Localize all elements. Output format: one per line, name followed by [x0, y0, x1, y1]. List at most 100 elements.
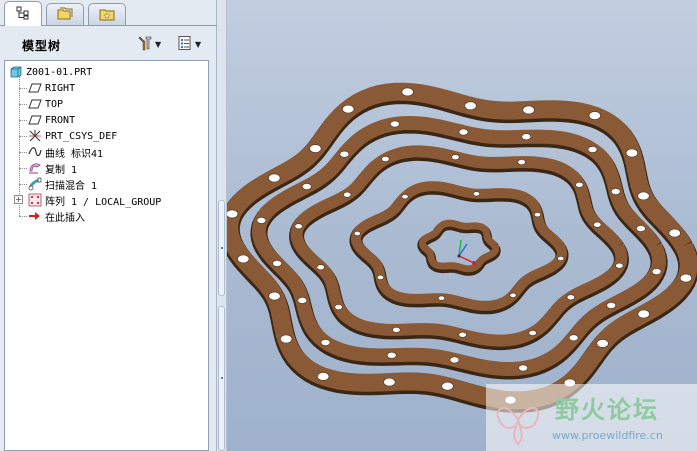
ring-2[interactable] [350, 181, 568, 311]
tree-settings-button[interactable]: ▼ [137, 35, 161, 53]
datum-plane-icon [27, 81, 43, 95]
mounting-hole [309, 144, 322, 153]
mounting-hole [637, 309, 650, 319]
mounting-hole [353, 231, 361, 237]
model-tree-header: 模型树 ▼ ▼ [4, 28, 211, 60]
mounting-hole [334, 304, 343, 310]
tree-item-sweep-blend[interactable]: 扫描混合 1 [27, 176, 97, 192]
grip-dot [221, 377, 223, 379]
mounting-hole [637, 191, 650, 201]
mounting-hole [668, 228, 681, 238]
tab-folder-browser[interactable] [46, 3, 84, 26]
expand-toggle-icon[interactable]: + [14, 195, 23, 204]
mounting-hole [383, 377, 396, 387]
mounting-hole [256, 216, 267, 224]
tree-item-label: Z001-01.PRT [26, 66, 93, 78]
curve-icon [27, 145, 43, 159]
watermark-title: 野火论坛 [555, 396, 659, 424]
watermark-url: www.proewildfire.cn [552, 429, 663, 442]
tree-connector [19, 136, 27, 137]
tree-connector [19, 152, 27, 153]
mounting-hole [587, 146, 598, 153]
tree-connector [19, 184, 27, 185]
mounting-hole [294, 223, 303, 230]
mounting-hole [458, 128, 469, 136]
tree-connector [19, 88, 27, 89]
ring-3[interactable] [290, 145, 628, 347]
mounting-hole [509, 292, 517, 298]
tree-item-pattern[interactable]: 阵列 1 / LOCAL_GROUP [27, 192, 161, 208]
mounting-hole [610, 188, 621, 195]
tree-show-button[interactable]: ▼ [177, 35, 201, 53]
copy-icon [27, 161, 43, 175]
mounting-hole [521, 133, 532, 141]
mounting-hole [390, 120, 400, 128]
tree-item-right-plane[interactable]: RIGHT [27, 80, 75, 96]
mounting-hole [317, 372, 330, 381]
mounting-hole [522, 105, 535, 115]
tree-item-csys[interactable]: PRT_CSYS_DEF [27, 128, 117, 144]
mounting-hole [377, 274, 385, 280]
mounting-hole [651, 268, 662, 275]
mounting-hole [297, 296, 308, 304]
watermark: 野火论坛 www.proewildfire.cn [486, 384, 697, 451]
tree-item-copy[interactable]: 复制 1 [27, 160, 77, 176]
mounting-hole [588, 111, 601, 120]
mounting-hole [473, 191, 481, 197]
mounting-hole [606, 301, 617, 309]
tree-item-label: PRT_CSYS_DEF [45, 130, 118, 142]
mounting-hole [593, 221, 602, 228]
mounting-hole [401, 194, 409, 200]
tab-favorites[interactable] [88, 3, 126, 26]
tree-item-label: FRONT [45, 114, 76, 126]
tree-connector [19, 120, 27, 121]
part-icon [8, 65, 24, 79]
tree-item-insert-here[interactable]: 在此插入 [27, 208, 85, 224]
tree-item-label: 曲线 标识41 [45, 148, 104, 160]
mounting-hole [302, 183, 312, 190]
datum-plane-icon [27, 97, 43, 111]
tree-item-label: 扫描混合 1 [45, 180, 98, 192]
graphics-window[interactable]: 野火论坛 www.proewildfire.cn [227, 0, 697, 451]
mounting-hole [449, 356, 460, 364]
datum-plane-icon [27, 113, 43, 127]
model-tree: Z001-01.PRT RIGHT TOP FRONT PRT_CSYS_DEF… [4, 60, 209, 451]
tree-connector [19, 216, 27, 217]
list-icon [177, 35, 193, 54]
mounting-hole [441, 381, 454, 391]
mounting-hole [568, 334, 579, 342]
mounting-hole [342, 104, 355, 114]
mounting-hole [279, 334, 293, 344]
mounting-hole [625, 148, 639, 158]
mounting-hole [679, 273, 693, 283]
mounting-hole [451, 154, 460, 161]
csys-triad-icon [457, 239, 476, 265]
tree-item-curve[interactable]: 曲线 标识41 [27, 144, 103, 160]
tree-item-root-part[interactable]: Z001-01.PRT [8, 64, 92, 80]
tree-item-label: 复制 1 [45, 164, 78, 176]
mounting-hole [381, 156, 390, 162]
pattern-icon [27, 193, 43, 207]
panel-splitter[interactable] [217, 0, 227, 451]
tree-item-label: RIGHT [45, 82, 76, 94]
splitter-handle[interactable] [218, 200, 225, 296]
tab-model-tree[interactable] [4, 1, 42, 26]
chevron-down-icon: ▼ [195, 39, 202, 49]
model-tree-title: 模型树 [22, 39, 62, 53]
mounting-hole [458, 331, 467, 338]
mounting-hole [392, 326, 401, 333]
mounting-hole [227, 209, 239, 219]
mounting-hole [401, 87, 414, 97]
folder-browser-icon [57, 7, 73, 24]
mounting-hole [268, 173, 281, 183]
tree-item-label: 在此插入 [45, 212, 85, 224]
splitter-handle[interactable] [218, 306, 225, 451]
insert-here-arrow-icon [27, 209, 43, 223]
tree-item-front-plane[interactable]: FRONT [27, 112, 75, 128]
favorites-icon [99, 7, 115, 24]
csys-icon [27, 129, 43, 143]
tree-item-top-plane[interactable]: TOP [27, 96, 63, 112]
mounting-hole [566, 294, 575, 301]
mounting-hole [615, 262, 624, 269]
sweep-blend-icon [27, 177, 43, 191]
